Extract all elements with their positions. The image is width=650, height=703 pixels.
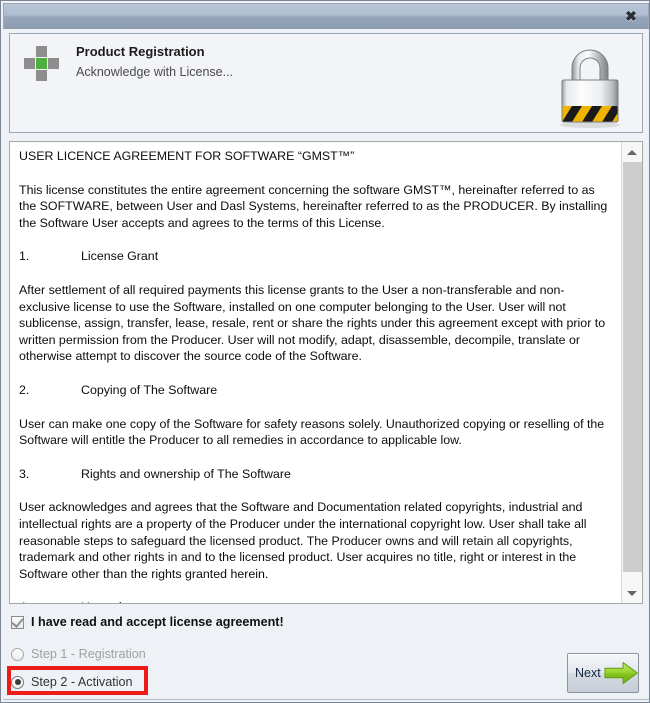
step-2-radio-row[interactable]: Step 2 - Activation: [11, 673, 133, 691]
section-number: 1.: [19, 249, 30, 264]
padlock-icon: [560, 49, 620, 128]
accept-license-checkbox-row[interactable]: I have read and accept license agreement…: [11, 613, 284, 631]
chevron-down-icon[interactable]: [622, 583, 642, 603]
page-title: Product Registration: [76, 44, 205, 59]
license-section-heading: 2. Copying of The Software: [19, 382, 613, 399]
license-section-body: User acknowledges and agrees that the So…: [19, 500, 587, 581]
close-icon[interactable]: ✖: [620, 6, 642, 26]
arrow-right-icon: [604, 662, 638, 684]
header-panel: Product Registration Acknowledge with Li…: [9, 33, 643, 133]
license-section-body: After settlement of all required payment…: [19, 282, 606, 364]
section-number: 2.: [19, 382, 30, 397]
license-title: USER LICENCE AGREEMENT FOR SOFTWARE “GMS…: [19, 149, 355, 163]
license-intro: This license constitutes the entire agre…: [19, 182, 608, 230]
section-number: 3.: [19, 466, 30, 481]
window-bottom-edge: [3, 699, 649, 700]
section-heading-text: Rights and ownership of The Software: [81, 466, 291, 481]
license-text-area[interactable]: USER LICENCE AGREEMENT FOR SOFTWARE “GMS…: [9, 141, 643, 604]
license-section-body: User can make one copy of the Software f…: [19, 416, 605, 448]
license-section-heading: 1. License Grant: [19, 248, 613, 265]
plus-squares-icon: [22, 44, 62, 84]
license-section-heading: 4.Upgrades.: [19, 599, 613, 603]
section-number: 4.: [19, 599, 81, 603]
scrollbar-thumb[interactable]: [623, 162, 642, 572]
license-scrollbar[interactable]: [621, 142, 642, 603]
step-2-label: Step 2 - Activation: [31, 675, 133, 689]
section-heading-text: License Grant: [81, 249, 159, 264]
accept-license-label: I have read and accept license agreement…: [31, 615, 284, 629]
window-titlebar: ✖: [3, 3, 649, 29]
next-button-label: Next: [575, 666, 601, 680]
accept-license-checkbox[interactable]: [11, 614, 24, 629]
product-registration-window: ✖ Product Registration Acknowledge with …: [0, 0, 650, 703]
license-section-heading: 3. Rights and ownership of The Software: [19, 466, 613, 483]
step-2-radio[interactable]: [11, 675, 24, 689]
step-1-label: Step 1 - Registration: [31, 647, 146, 661]
next-button[interactable]: Next: [567, 653, 639, 693]
section-heading-text: Copying of The Software: [81, 382, 218, 397]
chevron-up-icon[interactable]: [622, 142, 642, 162]
section-heading-text: Upgrades.: [81, 600, 138, 603]
page-subtitle: Acknowledge with License...: [76, 65, 234, 79]
license-text-content: USER LICENCE AGREEMENT FOR SOFTWARE “GMS…: [10, 142, 621, 603]
step-1-radio[interactable]: [11, 647, 24, 661]
step-1-radio-row[interactable]: Step 1 - Registration: [11, 645, 146, 663]
